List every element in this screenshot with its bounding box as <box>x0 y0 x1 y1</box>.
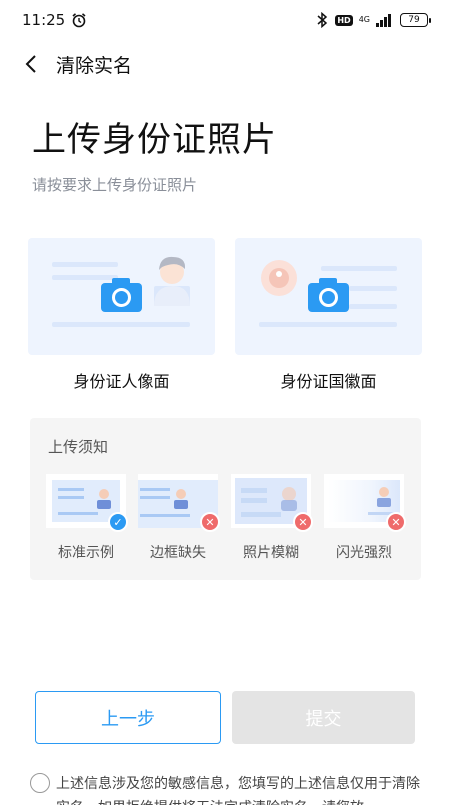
camera-icon <box>101 278 142 312</box>
upload-id-back[interactable] <box>235 238 422 355</box>
example-missing-border: ✕ 边框缺失 <box>138 474 220 562</box>
signal-icon <box>376 14 391 27</box>
example-thumb: ✕ <box>138 474 220 532</box>
page-title: 上传身份证照片 <box>32 120 277 160</box>
example-thumb: ✕ <box>324 474 406 532</box>
upload-notice-panel: 上传须知 ✓ 标准示例 ✕ 边框缺失 ✕ 照片模糊 ✕ 闪光强烈 <box>30 418 421 580</box>
battery-level: 79 <box>408 15 420 25</box>
example-thumb: ✕ <box>231 474 313 532</box>
check-icon: ✓ <box>108 512 128 532</box>
example-label: 照片模糊 <box>243 545 299 561</box>
nav-bar: 清除实名 <box>0 40 450 88</box>
id-back-label: 身份证国徽面 <box>280 372 377 391</box>
example-label: 边框缺失 <box>150 545 206 561</box>
bluetooth-icon <box>317 12 328 28</box>
status-icons: HD 4G 79 <box>315 12 431 28</box>
example-thumb: ✓ <box>46 474 128 532</box>
status-bar: 11:25 HD 4G 79 <box>0 0 450 40</box>
hd-badge: HD <box>335 14 353 26</box>
example-blurry: ✕ 照片模糊 <box>231 474 313 562</box>
alarm-icon <box>72 13 86 28</box>
status-time: 11:25 <box>22 11 66 29</box>
prev-step-button[interactable]: 上一步 <box>35 691 221 744</box>
network-type: 4G <box>358 15 370 24</box>
error-icon: ✕ <box>200 512 220 532</box>
error-icon: ✕ <box>386 512 406 532</box>
nav-title: 清除实名 <box>56 54 133 77</box>
agreement-row: 上述信息涉及您的敏感信息，您填写的上述信息仅用于清除实名，如果拒绝提供将无法完成… <box>30 772 430 805</box>
network-indicator: 4G <box>359 16 370 24</box>
back-arrow-icon[interactable] <box>22 52 42 76</box>
example-glare: ✕ 闪光强烈 <box>324 474 406 562</box>
submit-button[interactable]: 提交 <box>232 691 415 744</box>
example-standard: ✓ 标准示例 <box>46 474 128 562</box>
page-subtitle: 请按要求上传身份证照片 <box>32 176 198 194</box>
agreement-text: 上述信息涉及您的敏感信息，您填写的上述信息仅用于清除实名，如果拒绝提供将无法完成… <box>56 776 420 805</box>
camera-icon <box>308 278 349 312</box>
id-front-label: 身份证人像面 <box>73 372 170 391</box>
agreement-checkbox[interactable] <box>30 773 50 793</box>
id-front-illustration <box>52 256 190 327</box>
example-label: 标准示例 <box>58 545 114 561</box>
battery-indicator: 79 <box>400 13 431 27</box>
id-back-illustration <box>259 260 397 327</box>
error-icon: ✕ <box>293 512 313 532</box>
upload-id-front[interactable] <box>28 238 215 355</box>
example-label: 闪光强烈 <box>336 545 392 561</box>
notice-title: 上传须知 <box>48 438 109 456</box>
